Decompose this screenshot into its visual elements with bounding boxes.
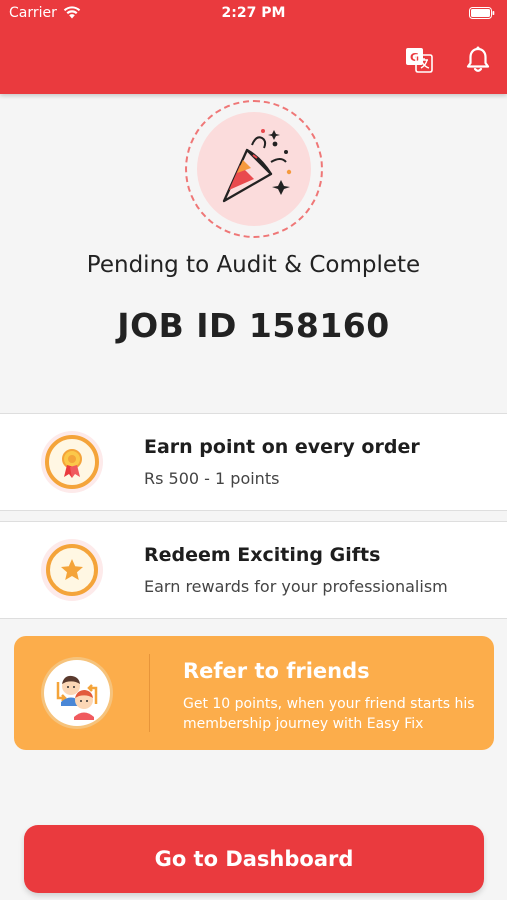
battery-icon: [469, 7, 495, 19]
job-status-text: Pending to Audit & Complete: [86, 252, 421, 278]
status-time: 2:27 PM: [221, 5, 286, 21]
bell-icon: [466, 46, 490, 72]
card-icon-circle: [41, 539, 103, 601]
card-subtitle: Rs 500 - 1 points: [144, 469, 280, 488]
refer-avatar: [44, 660, 110, 726]
notifications-button[interactable]: [464, 45, 492, 75]
earn-points-card: Earn point on every order Rs 500 - 1 poi…: [0, 413, 507, 511]
card-icon-circle: [41, 431, 103, 493]
translate-button[interactable]: G: [404, 45, 434, 75]
medal-icon: [45, 435, 99, 489]
success-illustration: [185, 100, 323, 238]
refer-description: Get 10 points, when your friend starts h…: [183, 696, 475, 732]
refer-divider: [149, 654, 150, 732]
party-popper-icon: [222, 129, 292, 203]
card-title: Redeem Exciting Gifts: [144, 544, 381, 566]
redeem-gifts-card: Redeem Exciting Gifts Earn rewards for y…: [0, 521, 507, 619]
translate-icon: G: [406, 48, 433, 73]
star-icon: [46, 544, 98, 596]
svg-text:G: G: [410, 51, 419, 64]
app-header: Carrier 2:27 PM G: [0, 0, 507, 94]
friends-icon: [56, 675, 98, 720]
go-to-dashboard-button[interactable]: Go to Dashboard: [24, 825, 484, 893]
refer-friends-banner[interactable]: Refer to friends Get 10 points, when you…: [14, 636, 494, 750]
refer-title: Refer to friends: [183, 659, 370, 683]
card-subtitle: Earn rewards for your professionalism: [144, 577, 448, 596]
job-id: JOB ID 158160: [117, 306, 390, 345]
card-title: Earn point on every order: [144, 436, 420, 458]
